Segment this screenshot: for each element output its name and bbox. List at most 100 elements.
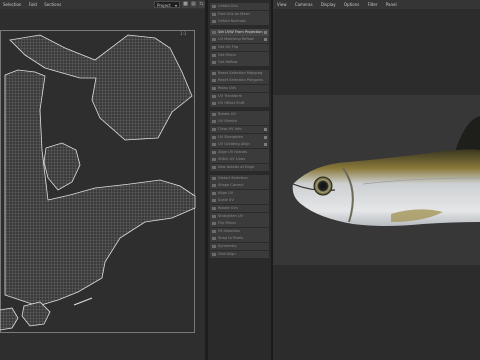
tool-icon (212, 252, 216, 256)
modifier-list-panel: Unfold UVs Fold UVs on Mesh Unfold Normals… (208, 0, 271, 360)
tool-icon (212, 112, 216, 116)
tool-icon (212, 184, 216, 188)
modifier-item[interactable]: Get Mirror (210, 51, 269, 59)
tool-icon (212, 199, 216, 203)
modifier-item-label: Align UV (218, 190, 234, 195)
uv-island-sliver (73, 297, 93, 306)
tool-icon (212, 128, 216, 131)
modifier-item[interactable]: UV Transform (210, 92, 269, 100)
modifier-item[interactable]: UV Straighten (210, 133, 269, 141)
modifier-item[interactable]: Flip Mirror (210, 220, 269, 228)
tool-icon (212, 135, 216, 139)
modifier-item-label: UV Stretch (218, 119, 238, 124)
modifier-item[interactable]: Unfold Normals (210, 18, 269, 26)
modifier-item-label: UV Straighten (218, 134, 244, 139)
tool-icon (212, 79, 216, 83)
uv-editor-panel: Selection Fold Sections Project ▾ ■ ▦ ⇆ … (0, 0, 208, 360)
modifier-item-label: Distort Selection (218, 175, 248, 180)
modifier-item-label: UV Matching Reflow (218, 37, 254, 42)
modifier-item-label: Symmetry (218, 244, 237, 248)
modifier-item-label: Fold UVs on Mesh (218, 11, 250, 16)
uv-island-bottom-a (0, 307, 19, 331)
tool-icon (212, 87, 216, 90)
tool-icon (212, 229, 216, 233)
uv-island-small (43, 142, 81, 191)
option-box-icon[interactable] (264, 38, 267, 42)
modifier-item[interactable]: Symmetry (210, 243, 269, 250)
modifier-item-label: UV Offset Shift (218, 101, 245, 106)
modifier-item-label: UV Gridding Align (218, 142, 250, 147)
uv-islands (0, 34, 196, 331)
modifier-item-label: Grid Align (218, 251, 236, 256)
tool-icon (212, 158, 216, 162)
viewport-3d[interactable]: View Cameras Display Options Filter Pane… (273, 0, 480, 360)
modifier-item[interactable]: Straighten UV (210, 212, 269, 220)
modifier-item-label: UV Transform (218, 93, 243, 98)
tool-icon (212, 30, 216, 34)
tool-icon (212, 5, 216, 8)
option-box-icon[interactable] (264, 128, 267, 131)
tool-icon (212, 207, 216, 210)
modifier-item-label: Get UV Flip (218, 45, 239, 49)
modifier-item[interactable]: Set UVW From Projection (210, 28, 269, 36)
tool-icon (212, 53, 216, 57)
tool-icon (212, 46, 216, 49)
modifier-item[interactable]: Shape Correct (210, 182, 269, 190)
modifier-item[interactable]: Align UV Islands (210, 148, 269, 156)
modifier-item[interactable]: Fit Selection (210, 227, 269, 235)
modifier-item-label: Rotate UVs (218, 206, 238, 210)
modifier-item[interactable]: Reset Selection Polygons (210, 77, 269, 85)
tool-icon (212, 245, 216, 248)
modifier-item[interactable]: Distort Selection (210, 174, 269, 182)
modifier-item-label: Align UV Islands (218, 149, 247, 154)
modifier-item[interactable]: Unfold UVs (210, 3, 269, 10)
modifier-item-label: Unfold UVs (218, 4, 238, 8)
modifier-item[interactable]: UV Stretch (210, 118, 269, 126)
tool-icon (212, 102, 216, 106)
option-box-icon[interactable] (264, 143, 267, 147)
option-box-icon[interactable] (264, 135, 267, 139)
modifier-item-label: Fit Selection (218, 228, 240, 233)
modifier-item[interactable]: UV Offset Shift (210, 100, 269, 108)
tool-icon (212, 214, 216, 218)
option-box-icon[interactable] (264, 30, 267, 34)
modifier-item-label: Sew Islands at Edge (218, 165, 255, 169)
tool-icon (212, 150, 216, 154)
modifier-item[interactable]: Relax UVs (210, 85, 269, 92)
fish-model (292, 116, 480, 226)
modifier-item-label: Straighten UV (218, 213, 244, 218)
modifier-item[interactable]: Rotate UV (210, 110, 269, 118)
tool-icon (212, 143, 216, 147)
modifier-item-label: Get Reflow (218, 60, 238, 65)
modifier-item-label: Reset Selection Mapping (218, 70, 263, 75)
modifier-item[interactable]: Align UV (210, 189, 269, 197)
uv-island-bottom-b (21, 301, 51, 327)
modifier-item[interactable]: UV Matching Reflow (210, 36, 269, 44)
modifier-item-label: Unfold Normals (218, 19, 246, 24)
tool-icon (212, 166, 216, 169)
tool-icon (212, 120, 216, 124)
modifier-item-label: Shape Correct (218, 183, 244, 188)
modifier-item[interactable]: Snap to Pixels (210, 235, 269, 243)
modifier-item[interactable]: Rotate UVs (210, 205, 269, 212)
tool-icon (212, 222, 216, 226)
modifier-item[interactable]: UV Gridding Align (210, 141, 269, 149)
modifier-item-label: Rotate UV (218, 111, 236, 116)
modifier-item[interactable]: Stitch UV Lines (210, 156, 269, 164)
modifier-item-label: Clear UV Info (218, 127, 242, 131)
modifier-item[interactable]: Get UV Flip (210, 44, 269, 51)
modifier-item[interactable]: Sew Islands at Edge (210, 164, 269, 171)
tool-icon (212, 38, 216, 42)
fish-eye (313, 176, 333, 196)
modifier-item[interactable]: Grid Align (210, 250, 269, 258)
modifier-item[interactable]: Get Reflow (210, 59, 269, 67)
modifier-item-label: Scale UV (218, 198, 234, 203)
modifier-item[interactable]: Reset Selection Mapping (210, 69, 269, 77)
tool-icon (212, 176, 216, 180)
tool-icon (212, 20, 216, 24)
modifier-item[interactable]: Clear UV Info (210, 126, 269, 133)
modifier-item-label: Get Mirror (218, 52, 237, 57)
tool-icon (212, 237, 216, 241)
modifier-item[interactable]: Fold UVs on Mesh (210, 10, 269, 18)
modifier-item[interactable]: Scale UV (210, 197, 269, 205)
